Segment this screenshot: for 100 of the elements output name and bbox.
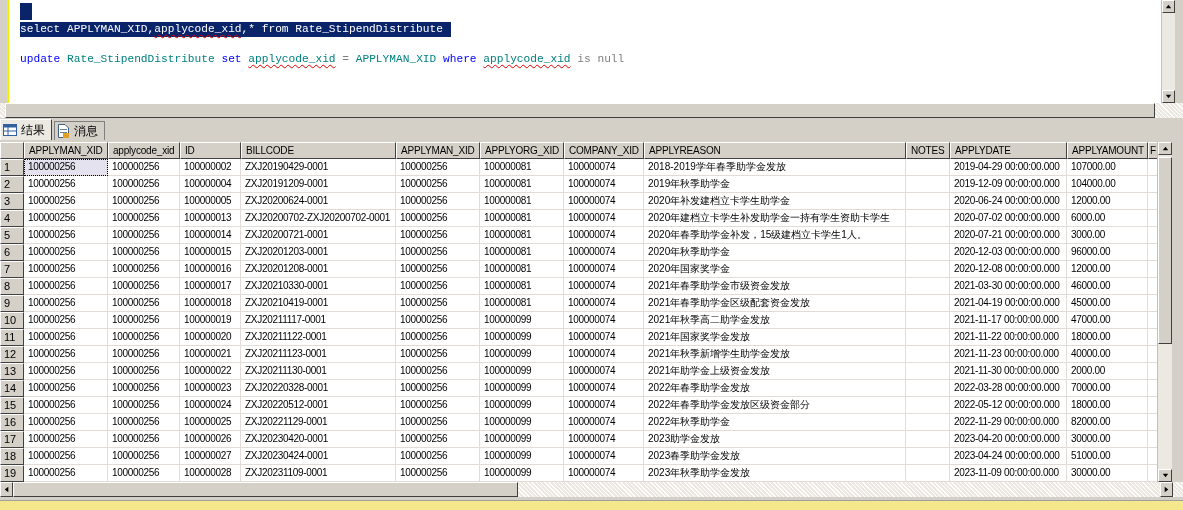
result-tab[interactable]: 消息 — [54, 121, 105, 140]
row-header[interactable]: 4 — [0, 210, 24, 227]
table-cell: 100000074 — [564, 193, 644, 210]
table-cell: 100000256 — [24, 244, 108, 261]
column-header[interactable]: NOTES — [906, 142, 950, 159]
table-cell: 100000256 — [108, 431, 180, 448]
column-header[interactable]: APPLYMAN_XID — [396, 142, 480, 159]
column-header[interactable]: BILLCODE — [241, 142, 396, 159]
table-cell: 2022年秋季助学金 — [644, 414, 906, 431]
table-cell: 51000.00 — [1067, 448, 1148, 465]
row-header[interactable]: 15 — [0, 397, 24, 414]
table-cell: 100000256 — [108, 244, 180, 261]
table-cell: 100000256 — [108, 448, 180, 465]
table-cell: 47000.00 — [1067, 312, 1148, 329]
up-arrow-icon[interactable] — [1160, 144, 1170, 153]
table-cell: 100000099 — [480, 431, 564, 448]
table-cell: 100000256 — [24, 414, 108, 431]
table-cell: 100000074 — [564, 295, 644, 312]
table-cell: 100000099 — [480, 329, 564, 346]
table-cell: 6000.00 — [1067, 210, 1148, 227]
table-cell: 100000013 — [180, 210, 241, 227]
row-header[interactable]: 9 — [0, 295, 24, 312]
column-header[interactable]: APPLYDATE — [950, 142, 1067, 159]
table-cell: 40000.00 — [1067, 346, 1148, 363]
table-cell — [906, 261, 950, 278]
horizontal-scrollbar[interactable] — [0, 103, 1183, 118]
table-cell: 100000018 — [180, 295, 241, 312]
row-header[interactable]: 3 — [0, 193, 24, 210]
table-cell: 2022年春季助学金发放区级资金部分 — [644, 397, 906, 414]
column-header[interactable]: applycode_xid — [108, 142, 180, 159]
result-tab[interactable]: 结果 — [0, 119, 52, 140]
row-header[interactable]: 19 — [0, 465, 24, 482]
left-arrow-icon[interactable] — [2, 485, 11, 494]
table-cell: 100000074 — [564, 397, 644, 414]
table-cell — [906, 176, 950, 193]
row-header[interactable]: 2 — [0, 176, 24, 193]
column-header[interactable]: APPLYAMOUNT — [1067, 142, 1148, 159]
table-cell: 100000256 — [108, 312, 180, 329]
table-cell: 2022年春季助学金发放 — [644, 380, 906, 397]
table-cell: 2020-07-02 00:00:00.000 — [950, 210, 1067, 227]
table-cell: 100000256 — [396, 261, 480, 278]
code-line: update Rate_StipendDistribute set applycode_xid = APPLYMAN_XID where applycode_xid is null — [20, 52, 625, 67]
table-cell: 100000074 — [564, 380, 644, 397]
table-cell: 100000081 — [480, 193, 564, 210]
table-cell: ZXJ20220328-0001 — [241, 380, 396, 397]
row-header[interactable]: 16 — [0, 414, 24, 431]
column-header[interactable]: APPLYMAN_XID — [24, 142, 108, 159]
table-cell: 100000099 — [480, 414, 564, 431]
table-cell: ZXJ20211122-0001 — [241, 329, 396, 346]
table-cell: 30000.00 — [1067, 431, 1148, 448]
table-cell: 2021-11-22 00:00:00.000 — [950, 329, 1067, 346]
table-cell: 100000081 — [480, 261, 564, 278]
corner-header[interactable] — [0, 142, 24, 159]
row-header[interactable]: 1 — [0, 159, 24, 176]
down-arrow-icon[interactable] — [1160, 471, 1170, 480]
row-header[interactable]: 6 — [0, 244, 24, 261]
vertical-scrollbar[interactable] — [1157, 142, 1172, 482]
query-editor[interactable]: select APPLYMAN_XID,applycode_xid,* from Rate_StipendDistribute update Rate_StipendDistribute set applycode_xid = APPLYMAN_XID where applycode_xid is null — [7, 0, 1161, 103]
table-cell: 100000256 — [108, 261, 180, 278]
table-cell: ZXJ20211123-0001 — [241, 346, 396, 363]
table-cell: 2020年国家奖学金 — [644, 261, 906, 278]
column-header[interactable]: APPLYREASON — [644, 142, 906, 159]
table-cell: 100000256 — [396, 176, 480, 193]
table-cell: 100000256 — [24, 261, 108, 278]
table-cell: 100000074 — [564, 414, 644, 431]
misspelled-word: applycode_xid — [248, 53, 336, 65]
row-header[interactable]: 13 — [0, 363, 24, 380]
table-cell: 100000256 — [396, 312, 480, 329]
down-arrow-icon[interactable] — [1164, 92, 1173, 101]
table-cell: 100000256 — [24, 312, 108, 329]
horizontal-scrollbar[interactable] — [0, 482, 1183, 497]
table-cell: 100000015 — [180, 244, 241, 261]
table-cell — [906, 278, 950, 295]
table-cell: 100000256 — [24, 159, 108, 176]
row-header[interactable]: 17 — [0, 431, 24, 448]
column-header[interactable]: COMPANY_XID — [564, 142, 644, 159]
row-header[interactable]: 14 — [0, 380, 24, 397]
table-cell: 100000081 — [480, 227, 564, 244]
table-cell: 100000074 — [564, 363, 644, 380]
up-arrow-icon[interactable] — [1164, 2, 1173, 11]
row-header[interactable]: 18 — [0, 448, 24, 465]
row-header[interactable]: 7 — [0, 261, 24, 278]
column-header[interactable]: ID — [180, 142, 241, 159]
table-cell: ZXJ20190429-0001 — [241, 159, 396, 176]
table-cell: 107000.00 — [1067, 159, 1148, 176]
row-header[interactable]: 12 — [0, 346, 24, 363]
row-header[interactable]: 11 — [0, 329, 24, 346]
table-cell: ZXJ20210419-0001 — [241, 295, 396, 312]
row-header[interactable]: 8 — [0, 278, 24, 295]
row-header[interactable]: 10 — [0, 312, 24, 329]
right-arrow-icon[interactable] — [1162, 485, 1171, 494]
vertical-scrollbar[interactable] — [1161, 0, 1175, 103]
table-cell: 100000256 — [396, 363, 480, 380]
table-cell: 100000256 — [396, 346, 480, 363]
table-cell: 100000005 — [180, 193, 241, 210]
column-header[interactable]: APPLYORG_XID — [480, 142, 564, 159]
table-cell: ZXJ20211130-0001 — [241, 363, 396, 380]
table-cell: 100000099 — [480, 380, 564, 397]
table-cell: 100000023 — [180, 380, 241, 397]
row-header[interactable]: 5 — [0, 227, 24, 244]
